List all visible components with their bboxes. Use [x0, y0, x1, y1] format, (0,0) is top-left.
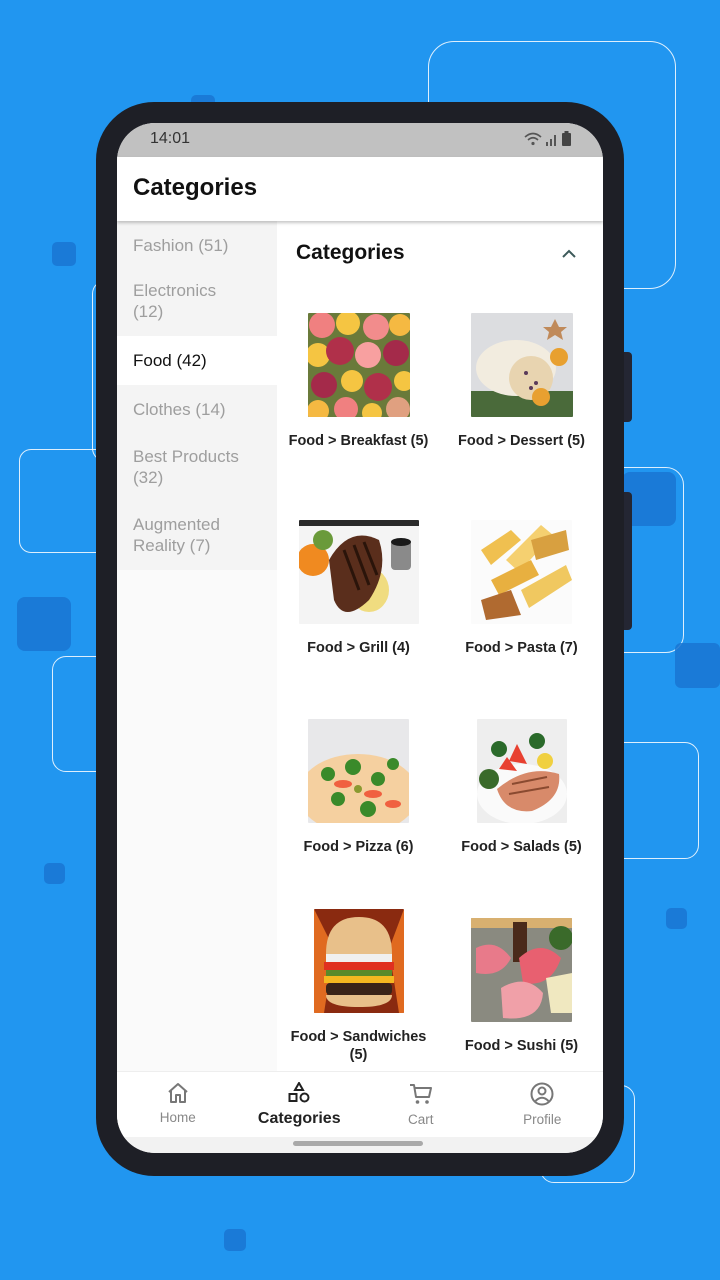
- nav-cart-label: Cart: [407, 1112, 434, 1127]
- subcategory-label: Food > Sandwiches (5): [290, 1029, 427, 1063]
- subcategory-label: Food > Pizza (6): [303, 839, 414, 855]
- background-square: [666, 908, 687, 929]
- sidebar-item-augmented-reality[interactable]: Augmented Reality (7): [117, 502, 277, 570]
- profile-icon: [530, 1082, 554, 1106]
- subcategory-label: Food > Breakfast (5): [288, 433, 429, 449]
- fruit-image: [305, 311, 414, 423]
- home-icon: [168, 1083, 188, 1103]
- battery-icon: [562, 131, 571, 146]
- subcategory-label: Food > Pasta (7): [465, 640, 578, 656]
- sidebar-item-fashion[interactable]: Fashion (51): [117, 221, 277, 268]
- stollen-cake-image: [470, 313, 573, 417]
- phone-power-button: [624, 492, 632, 630]
- categories-shapes-icon: [288, 1080, 310, 1103]
- status-bar: 14:01: [117, 123, 603, 157]
- nav-categories-label: Categories: [257, 1110, 341, 1127]
- pizza-image: [298, 719, 418, 834]
- subcategory-label: Food > Salads (5): [461, 839, 582, 855]
- sashimi-image: [471, 918, 573, 1022]
- background-square: [224, 1229, 246, 1251]
- status-time: 14:01: [150, 130, 191, 147]
- steak-image: [296, 520, 419, 624]
- home-gesture-bar[interactable]: [293, 1141, 423, 1146]
- nav-categories[interactable]: Categories: [239, 1072, 361, 1138]
- subcategory-panel: Categories Food > Breakfast (5) Food > D…: [277, 221, 603, 1071]
- nav-home[interactable]: Home: [117, 1072, 239, 1138]
- bottom-navigation: Home Categories Cart Profile: [117, 1071, 603, 1138]
- sidebar-item-food[interactable]: Food (42): [117, 336, 277, 385]
- subcategory-label: Food > Grill (4): [307, 640, 410, 656]
- nav-profile-label: Profile: [523, 1112, 562, 1127]
- page-title: Categories: [133, 174, 258, 201]
- phone-screen: 14:01 Categories Fashion (51) Electronic…: [117, 123, 603, 1153]
- nav-cart[interactable]: Cart: [360, 1072, 482, 1138]
- subcategory-tile-dessert[interactable]: Food > Dessert (5): [440, 313, 603, 450]
- subcategory-tile-grill[interactable]: Food > Grill (4): [277, 520, 440, 657]
- nav-profile[interactable]: Profile: [482, 1072, 604, 1138]
- background-square: [52, 242, 76, 266]
- subcategory-label: Food > Sushi (5): [464, 1038, 579, 1054]
- chevron-up-icon[interactable]: [559, 246, 579, 262]
- sidebar-item-best-products[interactable]: Best Products (32): [117, 434, 277, 502]
- salmon-salad-image: [476, 719, 567, 824]
- subcategory-tile-salads[interactable]: Food > Salads (5): [440, 719, 603, 856]
- subcategory-tile-sushi[interactable]: Food > Sushi (5): [440, 918, 603, 1055]
- burger-image: [313, 909, 404, 1013]
- background-square: [675, 643, 720, 688]
- subcategory-tile-pasta[interactable]: Food > Pasta (7): [440, 520, 603, 657]
- nav-home-label: Home: [159, 1110, 196, 1125]
- category-sidebar: Fashion (51) Electronics (12) Food (42) …: [117, 221, 277, 1071]
- sidebar-item-clothes[interactable]: Clothes (14): [117, 385, 277, 434]
- background-square: [44, 863, 65, 884]
- subcategory-tile-pizza[interactable]: Food > Pizza (6): [277, 719, 440, 856]
- section-title: Categories: [296, 241, 405, 264]
- pasta-image: [471, 520, 572, 624]
- subcategory-label: Food > Dessert (5): [458, 433, 585, 449]
- phone-volume-button: [624, 352, 632, 422]
- background-square: [17, 597, 71, 651]
- sidebar-item-electronics[interactable]: Electronics (12): [117, 268, 277, 336]
- app-bar: Categories: [117, 157, 603, 221]
- wifi-icon: [524, 132, 542, 145]
- subcategory-tile-sandwiches[interactable]: Food > Sandwiches (5): [277, 909, 440, 1064]
- subcategory-tile-breakfast[interactable]: Food > Breakfast (5): [277, 311, 440, 450]
- signal-icon: [546, 134, 556, 146]
- cart-icon: [409, 1084, 432, 1104]
